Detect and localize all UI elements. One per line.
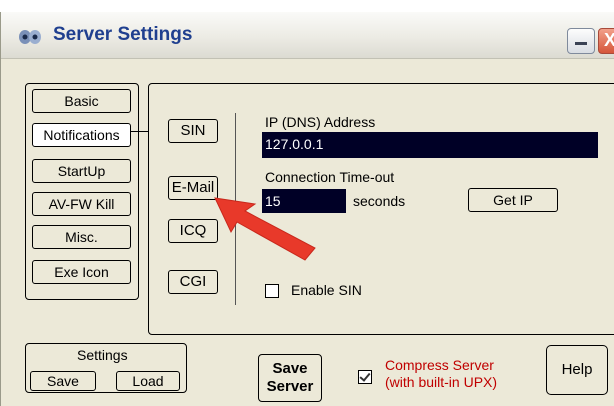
sub-tab-sin[interactable]: SIN [168,119,218,143]
save-server-line1: Save [272,360,308,377]
close-button[interactable]: X [598,28,614,54]
timeout-label: Connection Time-out [265,169,395,185]
nav-item-startup[interactable]: StartUp [32,159,131,183]
app-icon [19,30,41,44]
ip-label: IP (DNS) Address [265,114,376,130]
window-title: Server Settings [53,24,193,45]
timeout-unit: seconds [353,193,406,209]
load-button[interactable]: Load [116,371,180,391]
nav-item-basic[interactable]: Basic [32,89,131,113]
enable-sin-checkbox[interactable] [265,284,279,298]
nav-item-misc[interactable]: Misc. [32,225,131,249]
enable-sin-label: Enable SIN [291,282,362,298]
help-button[interactable]: Help [546,345,608,395]
compress-line1: Compress Server [385,357,494,373]
minimize-button[interactable] [567,28,595,54]
nav-item-av-fw-kill[interactable]: AV-FW Kill [32,192,131,216]
save-server-button[interactable]: Save Server [258,354,322,402]
ip-address-input[interactable]: 127.0.0.1 [262,132,598,158]
red-arrow-icon [214,197,316,261]
close-icon: X [604,30,614,50]
sub-tab-cgi[interactable]: CGI [168,270,218,294]
nav-connector [131,131,148,132]
nav-item-notifications[interactable]: Notifications [32,123,131,147]
save-server-line2: Server [266,378,314,395]
save-button[interactable]: Save [30,371,96,391]
compress-server-label: Compress Server (with built-in UPX) [385,357,497,391]
get-ip-button[interactable]: Get IP [468,188,558,212]
compress-server-checkbox[interactable] [358,370,372,384]
settings-group-title: Settings [77,347,128,363]
nav-item-exe-icon[interactable]: Exe Icon [32,260,131,284]
compress-line2: (with built-in UPX) [385,374,498,390]
server-settings-window: Server Settings X Basic Notifications Star… [0,12,614,406]
title-bar[interactable]: Server Settings X [1,12,614,59]
